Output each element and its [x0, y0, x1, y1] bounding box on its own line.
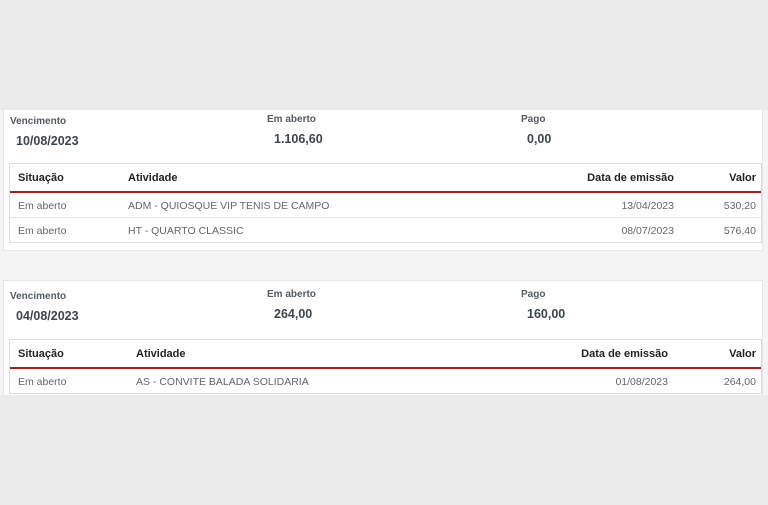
due-label: Vencimento [10, 291, 67, 302]
table-header: Situação Atividade Data de emissão Valor [10, 164, 761, 193]
row-issue-date: 13/04/2023 [621, 200, 674, 212]
paid-label: Pago [521, 114, 546, 125]
row-activity: ADM - QUIOSQUE VIP TENIS DE CAMPO [128, 200, 330, 212]
paid-label: Pago [521, 289, 546, 300]
column-header-issue-date[interactable]: Data de emissão [581, 348, 668, 360]
due-date-value: 10/08/2023 [16, 134, 79, 148]
column-header-activity[interactable]: Atividade [136, 348, 186, 360]
invoice-group-card: Vencimento 10/08/2023 Em aberto 1.106,60… [3, 110, 763, 251]
invoice-items-table: Situação Atividade Data de emissão Valor… [9, 339, 762, 394]
row-status: Em aberto [18, 376, 67, 388]
open-amount-value: 1.106,60 [274, 132, 323, 146]
invoice-group-card: Vencimento 04/08/2023 Em aberto 264,00 P… [3, 280, 763, 395]
table-header: Situação Atividade Data de emissão Valor [10, 340, 761, 369]
table-row[interactable]: Em aberto HT - QUARTO CLASSIC 08/07/2023… [10, 218, 761, 242]
invoice-list-viewport[interactable]: Vencimento 10/08/2023 Em aberto 1.106,60… [0, 110, 768, 395]
open-label: Em aberto [267, 289, 316, 300]
paid-amount-value: 0,00 [527, 132, 552, 146]
column-header-status[interactable]: Situação [18, 172, 64, 184]
column-header-value[interactable]: Valor [729, 172, 756, 184]
row-issue-date: 01/08/2023 [615, 376, 668, 388]
row-value: 264,00 [723, 376, 756, 388]
column-header-issue-date[interactable]: Data de emissão [587, 172, 674, 184]
due-date-value: 04/08/2023 [16, 309, 79, 323]
row-status: Em aberto [18, 225, 67, 237]
row-activity: HT - QUARTO CLASSIC [128, 225, 244, 237]
column-header-status[interactable]: Situação [18, 348, 64, 360]
due-label: Vencimento [10, 116, 67, 127]
row-issue-date: 08/07/2023 [621, 225, 674, 237]
page: { "groups": [ { "labels": { "due": "Venc… [0, 0, 768, 505]
column-header-activity[interactable]: Atividade [128, 172, 178, 184]
table-row[interactable]: Em aberto AS - CONVITE BALADA SOLIDARIA … [10, 369, 761, 393]
open-label: Em aberto [267, 114, 316, 125]
open-amount-value: 264,00 [274, 307, 313, 321]
table-row[interactable]: Em aberto ADM - QUIOSQUE VIP TENIS DE CA… [10, 193, 761, 218]
row-status: Em aberto [18, 200, 67, 212]
row-value: 576,40 [723, 225, 756, 237]
invoice-items-table: Situação Atividade Data de emissão Valor… [9, 163, 762, 243]
column-header-value[interactable]: Valor [729, 348, 756, 360]
row-activity: AS - CONVITE BALADA SOLIDARIA [136, 376, 309, 388]
paid-amount-value: 160,00 [527, 307, 566, 321]
row-value: 530,20 [723, 200, 756, 212]
